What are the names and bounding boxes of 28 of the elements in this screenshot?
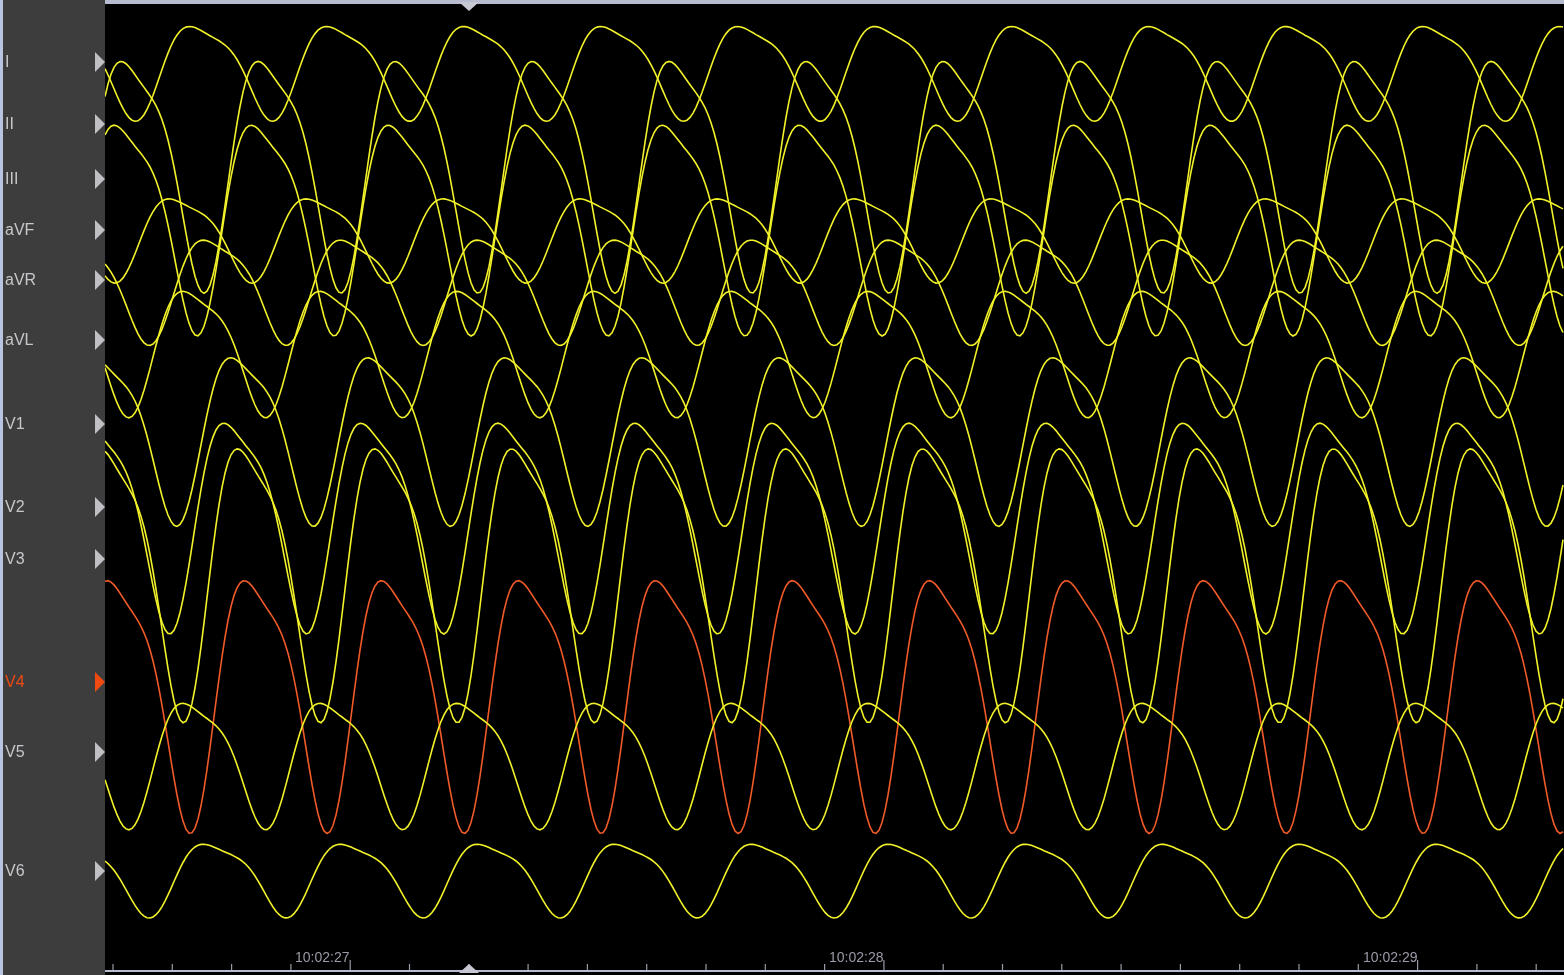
lead-label[interactable]: V5 [5, 743, 25, 761]
lead-label[interactable]: aVF [5, 221, 35, 239]
lead-label[interactable]: II [5, 115, 14, 133]
lead-marker-icon[interactable] [95, 549, 105, 569]
lead-marker-icon[interactable] [95, 169, 105, 189]
time-label: 10:02:29 [1363, 949, 1418, 965]
lead-label[interactable]: V6 [5, 862, 25, 880]
lead-label[interactable]: aVR [5, 271, 37, 289]
lead-marker-icon[interactable] [95, 742, 105, 762]
cursor-marker-icon[interactable] [459, 964, 479, 973]
lead-marker-icon[interactable] [95, 52, 105, 72]
time-label: 10:02:28 [829, 949, 884, 965]
lead-marker-icon[interactable] [95, 220, 105, 240]
lead-marker-icon[interactable] [95, 497, 105, 517]
lead-marker-icon[interactable] [95, 114, 105, 134]
lead-label[interactable]: III [5, 170, 19, 188]
lead-marker-icon[interactable] [95, 330, 105, 350]
lead-marker-icon[interactable] [95, 672, 105, 692]
lead-marker-icon[interactable] [95, 270, 105, 290]
cursor-marker-icon[interactable] [459, 2, 479, 12]
lead-label[interactable]: I [5, 53, 10, 71]
lead-label[interactable]: V1 [5, 415, 25, 433]
time-label: 10:02:27 [295, 949, 350, 965]
lead-marker-icon[interactable] [95, 414, 105, 434]
lead-marker-icon[interactable] [95, 861, 105, 881]
lead-label[interactable]: aVL [5, 331, 34, 349]
lead-label[interactable]: V3 [5, 550, 25, 568]
lead-label[interactable]: V2 [5, 498, 25, 516]
